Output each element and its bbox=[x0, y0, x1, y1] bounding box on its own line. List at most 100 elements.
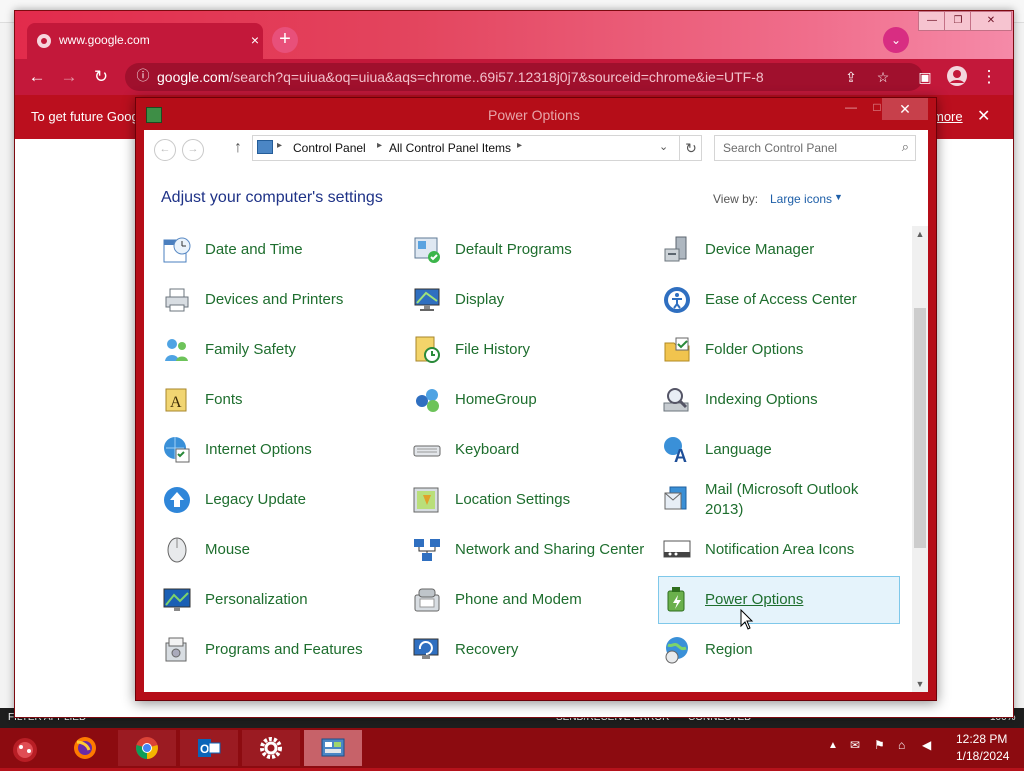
cp-item-label: Ease of Access Center bbox=[705, 291, 857, 308]
cp-item-mouse[interactable]: Mouse bbox=[158, 526, 400, 574]
cp-item-devices-and-printers[interactable]: Devices and Printers bbox=[158, 276, 400, 324]
breadcrumb-separator-icon[interactable]: ▸ bbox=[377, 140, 382, 151]
cp-item-label: Power Options bbox=[705, 591, 804, 608]
cp-forward-icon[interactable]: → bbox=[182, 139, 204, 161]
cp-minimize-button[interactable]: — bbox=[840, 100, 862, 118]
new-tab-button[interactable]: + bbox=[272, 27, 298, 53]
cp-item-internet-options[interactable]: Internet Options bbox=[158, 426, 400, 474]
tray-network-icon[interactable]: ⌂ bbox=[898, 738, 905, 752]
cp-item-ease-of-access-center[interactable]: Ease of Access Center bbox=[658, 276, 900, 324]
chrome-maximize-button[interactable]: ❐ bbox=[944, 11, 972, 31]
printer-icon bbox=[165, 288, 189, 312]
address-url-path: /search?q=uiua&oq=uiua&aqs=chrome..69i57… bbox=[229, 69, 764, 85]
bookmark-star-icon[interactable]: ☆ bbox=[873, 67, 893, 87]
chrome-minimize-button[interactable]: — bbox=[918, 11, 946, 31]
back-arrow-icon[interactable]: ← bbox=[25, 65, 49, 89]
cp-item-programs-and-features[interactable]: Programs and Features bbox=[158, 626, 400, 674]
cp-back-icon[interactable]: ← bbox=[154, 139, 176, 161]
cp-item-fonts[interactable]: A Fonts bbox=[158, 376, 400, 424]
cp-close-button[interactable]: ✕ bbox=[882, 98, 928, 120]
cp-item-language[interactable]: A Language bbox=[658, 426, 900, 474]
tray-volume-icon[interactable]: ◀ bbox=[922, 738, 931, 752]
scroll-up-icon[interactable]: ▲ bbox=[912, 226, 928, 242]
breadcrumb-separator-icon[interactable]: ▸ bbox=[277, 140, 282, 151]
cp-item-default-programs[interactable]: Default Programs bbox=[408, 226, 650, 274]
cp-item-legacy-update[interactable]: Legacy Update bbox=[158, 476, 400, 524]
reload-icon[interactable]: ↻ bbox=[89, 65, 113, 89]
internet-options-icon bbox=[164, 437, 190, 463]
clock-time[interactable]: 12:28 PM bbox=[956, 732, 1007, 746]
mouse-pointer-icon bbox=[740, 609, 754, 630]
programs-features-icon bbox=[165, 637, 187, 662]
start-button[interactable] bbox=[8, 732, 42, 766]
cp-item-phone-and-modem[interactable]: Phone and Modem bbox=[408, 576, 650, 624]
scroll-down-icon[interactable]: ▼ bbox=[912, 676, 928, 692]
forward-arrow-icon[interactable]: → bbox=[57, 65, 81, 89]
chrome-tab-google[interactable]: www.google.com × bbox=[27, 23, 263, 59]
address-bar[interactable]: ⓘ google.com/search?q=uiua&oq=uiua&aqs=c… bbox=[125, 63, 923, 91]
breadcrumb-all-items[interactable]: All Control Panel Items bbox=[389, 141, 511, 155]
cp-address-bar[interactable]: ▸ Control Panel ▸ All Control Panel Item… bbox=[252, 135, 702, 161]
breadcrumb-separator-icon[interactable]: ▸ bbox=[517, 140, 522, 151]
control-panel-titlebar[interactable]: Power Options — □ ✕ bbox=[136, 98, 936, 130]
site-info-icon[interactable]: ⓘ bbox=[135, 68, 151, 84]
personalization-icon bbox=[163, 588, 191, 611]
chrome-menu-icon[interactable]: ⋮ bbox=[977, 65, 1001, 89]
cp-scrollbar[interactable]: ▲ ▼ bbox=[912, 226, 928, 692]
cp-item-display[interactable]: Display bbox=[408, 276, 650, 324]
cp-up-icon[interactable]: ↑ bbox=[228, 138, 248, 158]
cp-item-location-settings[interactable]: Location Settings bbox=[408, 476, 650, 524]
cp-item-folder-options[interactable]: Folder Options bbox=[658, 326, 900, 374]
clock-date[interactable]: 1/18/2024 bbox=[956, 749, 1009, 763]
phone-modem-icon bbox=[414, 588, 440, 612]
taskbar-app-firefox[interactable] bbox=[56, 730, 114, 766]
breadcrumb-control-panel[interactable]: Control Panel bbox=[293, 141, 366, 155]
cp-item-recovery[interactable]: Recovery bbox=[408, 626, 650, 674]
cp-item-network-and-sharing-center[interactable]: Network and Sharing Center bbox=[408, 526, 650, 574]
taskbar-app-outlook[interactable]: O bbox=[180, 730, 238, 766]
firefox-icon bbox=[74, 737, 96, 759]
taskbar-app-control-panel[interactable] bbox=[304, 730, 362, 766]
cp-item-personalization[interactable]: Personalization bbox=[158, 576, 400, 624]
view-by-caret-icon[interactable]: ▼ bbox=[834, 192, 843, 202]
side-panel-icon[interactable]: ▣ bbox=[913, 65, 937, 89]
taskbar-app-settings[interactable] bbox=[242, 730, 300, 766]
taskbar-app-chrome[interactable] bbox=[118, 730, 176, 766]
infobar-close-icon[interactable]: ✕ bbox=[977, 106, 990, 126]
search-icon[interactable]: ⌕ bbox=[902, 139, 909, 155]
cp-item-label: HomeGroup bbox=[455, 391, 537, 408]
cp-item-date-and-time[interactable]: Date and Time bbox=[158, 226, 400, 274]
cp-item-indexing-options[interactable]: Indexing Options bbox=[658, 376, 900, 424]
cp-item-notification-area-icons[interactable]: Notification Area Icons bbox=[658, 526, 900, 574]
scroll-thumb[interactable] bbox=[914, 308, 926, 548]
cp-refresh-icon[interactable]: ↻ bbox=[679, 136, 702, 160]
homegroup-icon bbox=[416, 389, 439, 412]
cp-item-family-safety[interactable]: Family Safety bbox=[158, 326, 400, 374]
control-panel-window: Power Options — □ ✕ ← → ↑ ▸ Control Pane… bbox=[135, 97, 937, 701]
tray-overflow-icon[interactable]: ▲ bbox=[828, 740, 838, 751]
cp-item-homegroup[interactable]: HomeGroup bbox=[408, 376, 650, 424]
tray-outlook-icon[interactable]: ✉ bbox=[850, 738, 860, 752]
cp-search-input[interactable]: Search Control Panel ⌕ bbox=[714, 135, 916, 161]
share-icon[interactable]: ⇪ bbox=[841, 67, 861, 87]
tab-search-button[interactable]: ⌄ bbox=[883, 27, 909, 53]
tray-flag-icon[interactable]: ⚑ bbox=[874, 738, 885, 752]
cp-item-file-history[interactable]: File History bbox=[408, 326, 650, 374]
address-dropdown-icon[interactable]: ⌄ bbox=[659, 140, 668, 153]
cp-item-keyboard[interactable]: Keyboard bbox=[408, 426, 650, 474]
cp-item-mail-microsoft-outlook-2013[interactable]: Mail (Microsoft Outlook 2013) bbox=[658, 476, 900, 524]
cp-item-device-manager[interactable]: Device Manager bbox=[658, 226, 900, 274]
cp-item-label: Default Programs bbox=[455, 241, 572, 258]
infobar-more-link[interactable]: more bbox=[933, 109, 963, 124]
control-panel-icon bbox=[321, 738, 345, 757]
address-url-host: google.com bbox=[157, 69, 230, 85]
tab-close-icon[interactable]: × bbox=[251, 32, 259, 48]
cp-item-label: Indexing Options bbox=[705, 391, 818, 408]
svg-text:O: O bbox=[200, 742, 209, 756]
cp-item-region[interactable]: Region bbox=[658, 626, 900, 674]
profile-avatar-icon[interactable] bbox=[945, 65, 969, 89]
chrome-close-button[interactable]: ✕ bbox=[970, 11, 1012, 31]
cp-item-label: Family Safety bbox=[205, 341, 296, 358]
view-by-dropdown[interactable]: Large icons bbox=[770, 192, 832, 206]
cp-item-power-options[interactable]: Power Options bbox=[658, 576, 900, 624]
